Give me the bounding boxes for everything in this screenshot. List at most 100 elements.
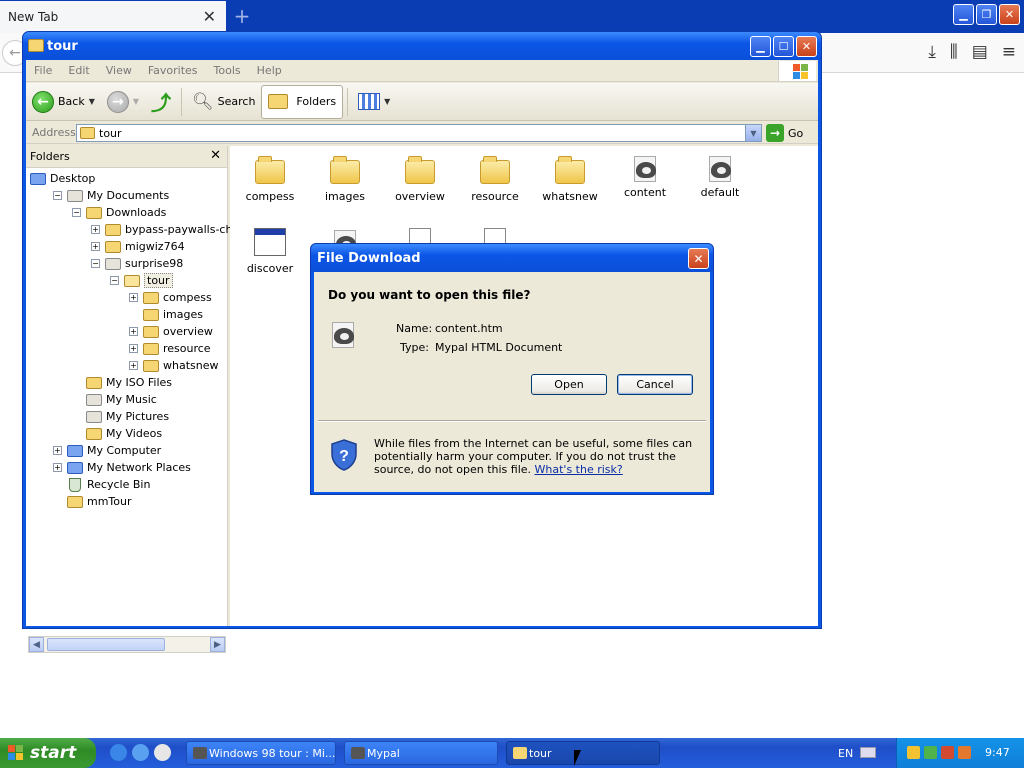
tree-item-label: My Videos [106,427,163,440]
address-input[interactable]: tour ▼ [76,124,762,142]
tree-item[interactable]: Recycle Bin [53,476,150,493]
tree-expander[interactable]: + [91,242,100,251]
views-button[interactable]: ▼ [352,85,396,119]
browser-close-button[interactable]: ✕ [999,4,1020,25]
tree-expander[interactable]: + [129,327,138,336]
menu-file[interactable]: File [26,64,60,77]
chevron-down-icon[interactable]: ▼ [133,97,139,106]
chevron-down-icon[interactable]: ▼ [384,97,390,106]
address-dropdown-button[interactable]: ▼ [745,125,761,141]
up-folder-button[interactable]: ⤴ [145,85,177,119]
open-button[interactable]: Open [531,374,607,395]
go-button[interactable]: → Go [766,124,803,142]
tree-item[interactable]: − Downloads [72,204,166,221]
tree-item[interactable]: images [129,306,203,323]
taskbar-item-label: Windows 98 tour : Mi... [209,746,336,760]
tree-expander[interactable]: + [129,293,138,302]
whats-the-risk-link[interactable]: What's the risk? [535,463,623,476]
file-item[interactable]: whatsnew [534,154,606,203]
security-warning: While files from the Internet can be use… [374,437,702,476]
language-indicator[interactable]: EN [838,747,853,760]
tree-expander[interactable]: + [129,361,138,370]
tree-item[interactable]: + My Network Places [53,459,191,476]
close-button[interactable]: ✕ [796,36,817,57]
start-button[interactable]: start [0,738,96,768]
browser-restore-button[interactable]: ❐ [976,4,997,25]
tree-item[interactable]: − My Documents [53,187,169,204]
chevron-down-icon[interactable]: ▼ [89,97,95,106]
download-icon[interactable]: ⤓ [928,42,936,62]
sidebar-icon[interactable]: ▤ [972,42,988,62]
antivirus-icon[interactable] [941,746,954,759]
media-player-icon[interactable] [154,744,171,761]
taskbar-item-mypal[interactable]: Mypal [344,741,498,765]
tree-item[interactable]: + My Computer [53,442,161,459]
tree-item[interactable]: − tour [110,272,173,289]
minimize-button[interactable]: ▁ [750,36,771,57]
browser-tab-new-tab[interactable]: New Tab ✕ [0,1,226,33]
file-item[interactable]: overview [384,154,456,203]
tab-close-icon[interactable]: ✕ [203,7,216,26]
taskbar-item-windows98-tour[interactable]: Windows 98 tour : Mi... [186,741,336,765]
tree-item[interactable]: + overview [129,323,213,340]
clock[interactable]: 9:47 [985,746,1010,759]
horizontal-scrollbar[interactable]: ◀ ▶ [28,636,226,653]
tree-item[interactable]: + migwiz764 [91,238,185,255]
keyboard-icon[interactable] [860,747,876,758]
folders-pane-title: Folders [30,150,70,163]
new-tab-button[interactable]: + [232,4,252,28]
tree-expander[interactable]: + [91,225,100,234]
tree-item[interactable]: + whatsnew [129,357,219,374]
tree-item[interactable]: + resource [129,340,211,357]
explorer-title-bar[interactable]: tour ▁ ☐ ✕ [23,32,821,60]
tree-item[interactable]: My Music [72,391,157,408]
tree-expander[interactable]: + [53,446,62,455]
file-item[interactable]: resource [459,154,531,203]
tree-item[interactable]: − surprise98 [91,255,183,272]
scroll-thumb[interactable] [47,638,165,651]
tree-expander[interactable]: + [53,463,62,472]
tree-item[interactable]: My ISO Files [72,374,172,391]
file-item[interactable]: compess [234,154,306,203]
tree-item[interactable]: + compess [129,289,212,306]
menu-help[interactable]: Help [249,64,290,77]
tree-expander[interactable]: + [129,344,138,353]
library-icon[interactable]: ⫼ [950,42,958,62]
tree-item[interactable]: My Pictures [72,408,169,425]
tree-expander[interactable]: − [110,276,119,285]
maximize-button[interactable]: ☐ [773,36,794,57]
network-icon[interactable] [924,746,937,759]
tree-expander[interactable]: − [91,259,100,268]
file-item[interactable]: content [609,154,681,199]
browser-minimize-button[interactable]: ▁ [953,4,974,25]
folders-button[interactable]: Folders [261,84,344,119]
tree-item[interactable]: Desktop [30,170,95,187]
forward-button[interactable]: → ▼ [101,85,145,119]
security-shield-icon[interactable] [907,746,920,759]
menu-tools[interactable]: Tools [206,64,249,77]
scroll-left-icon[interactable]: ◀ [29,637,44,652]
file-item[interactable]: images [309,154,381,203]
tree-item[interactable]: My Videos [72,425,162,442]
tree-item-label: overview [163,325,213,338]
tree-expander[interactable]: − [53,191,62,200]
search-button[interactable]: 🔍︎ Search [186,85,261,119]
close-icon[interactable]: ✕ [210,148,221,163]
file-item[interactable]: default [684,154,756,199]
dialog-title-bar[interactable]: File Download ✕ [311,244,713,272]
internet-explorer-icon[interactable] [110,744,127,761]
outlook-express-icon[interactable] [132,744,149,761]
search-tray-icon[interactable] [958,746,971,759]
tree-expander[interactable]: − [72,208,81,217]
menu-edit[interactable]: Edit [60,64,97,77]
dialog-close-button[interactable]: ✕ [688,248,709,269]
menu-icon[interactable]: ≡ [1002,42,1016,62]
recycle-bin-icon [69,477,81,492]
file-item[interactable]: discover [234,228,306,275]
back-button[interactable]: ← Back ▼ [26,85,101,119]
scroll-right-icon[interactable]: ▶ [210,637,225,652]
menu-view[interactable]: View [98,64,140,77]
cancel-button[interactable]: Cancel [617,374,693,395]
tree-item[interactable]: mmTour [53,493,132,510]
menu-favorites[interactable]: Favorites [140,64,206,77]
